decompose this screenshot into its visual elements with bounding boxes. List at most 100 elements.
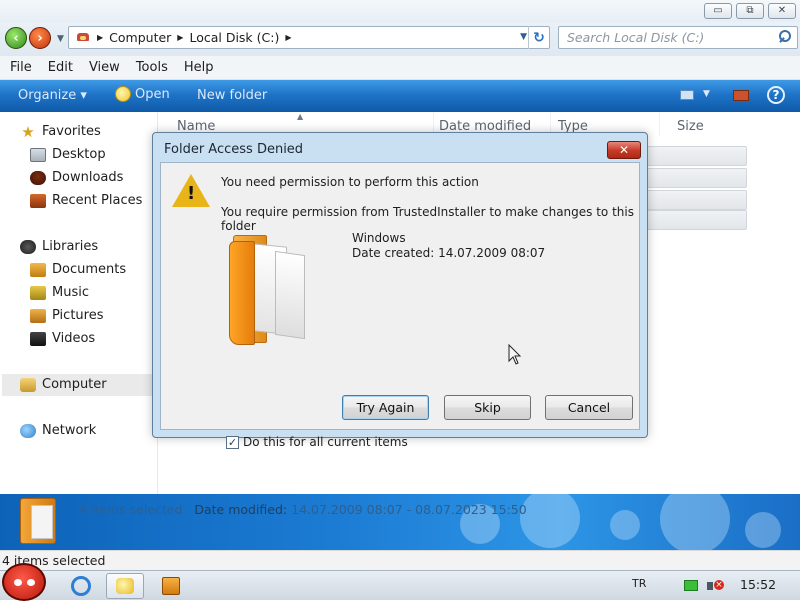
folder-icon [227,235,319,347]
menu-tools[interactable]: Tools [128,56,176,79]
item-name: Windows [352,231,406,245]
selection-thumbnail-icon [20,498,56,544]
nav-videos-label: Videos [52,331,96,346]
menu-view[interactable]: View [81,56,128,79]
nav-videos[interactable]: Videos [30,331,95,346]
open-label: Open [135,86,170,102]
preview-pane-icon[interactable] [733,90,749,101]
mouse-cursor-icon [508,344,522,365]
nav-network[interactable]: Network [20,423,96,438]
star-icon: ★ [21,122,35,141]
close-window-button[interactable]: ✕ [768,3,796,19]
organize-button[interactable]: Organize ▾ [18,88,87,103]
details-date-value: 14.07.2009 08:07 - 08.07.2023 15:50 [291,502,527,517]
nav-music-label: Music [52,285,89,300]
videos-icon [30,331,46,346]
menu-bar: File Edit View Tools Help [0,56,800,80]
downloads-icon [30,170,46,185]
details-date-label: Date modified: [194,502,288,517]
apply-to-all-label[interactable]: Do this for all current items [243,435,408,449]
menu-edit[interactable]: Edit [40,56,81,79]
breadcrumb-chevron-icon[interactable]: ▶ [177,33,183,42]
taskbar: TR 15:52 [0,563,800,601]
navigation-pane: ★ Favorites Desktop Downloads Recent Pla… [0,112,158,494]
dialog-body: ! You need permission to perform this ac… [160,162,640,449]
nav-pictures[interactable]: Pictures [30,308,103,323]
item-date-created: Date created: 14.07.2009 08:07 [352,246,546,260]
nav-computer[interactable]: Computer [20,377,107,392]
nav-downloads-label: Downloads [52,170,124,185]
nav-recent-label: Recent Places [52,193,143,208]
taskbar-windows-explorer[interactable] [106,573,144,599]
start-button[interactable] [2,563,46,601]
apply-to-all-row[interactable]: ✓ Do this for all current items [226,435,408,449]
taskbar-internet-explorer[interactable] [62,573,100,599]
search-placeholder: Search Local Disk (C:) [567,30,705,45]
new-folder-button[interactable]: New folder [197,88,267,103]
cancel-button[interactable]: Cancel [545,395,633,420]
column-header-size[interactable]: Size [659,112,749,136]
nav-documents[interactable]: Documents [30,262,126,277]
computer-icon [20,377,36,392]
back-button[interactable]: ‹ [5,27,27,49]
menu-file[interactable]: File [2,56,40,79]
breadcrumb-computer[interactable]: Computer [109,30,171,45]
nav-libraries[interactable]: Libraries [20,239,98,254]
explorer-icon [116,578,134,594]
folder-access-denied-dialog: Folder Access Denied ✕ ! You need permis… [152,132,648,449]
network-status-icon[interactable] [684,580,698,591]
address-dropdown-icon[interactable]: ▼ [520,32,527,42]
nav-pictures-label: Pictures [52,308,104,323]
open-button[interactable]: Open [115,86,170,102]
address-bar[interactable]: ▶ Computer ▶ Local Disk (C:) ▶ ▼ ↻ [68,26,550,49]
search-icon[interactable] [777,30,791,44]
network-icon [20,423,36,438]
details-summary: 4 items selected Date modified: 14.07.20… [79,502,527,517]
sort-ascending-icon: ▲ [297,112,304,121]
minimize-button[interactable]: ▭ [704,3,732,19]
search-input[interactable]: Search Local Disk (C:) [558,26,798,49]
media-player-icon [162,577,180,595]
nav-computer-label: Computer [42,377,107,392]
desktop-icon [30,147,46,162]
documents-icon [30,262,46,277]
breadcrumb-chevron-icon[interactable]: ▶ [285,33,291,42]
recent-pages-dropdown[interactable]: ▼ [57,34,64,44]
skip-button[interactable]: Skip [444,395,531,420]
view-dropdown-icon[interactable]: ▼ [703,89,710,99]
refresh-icon[interactable]: ↻ [528,26,549,49]
nav-favorites[interactable]: ★ Favorites [20,122,100,141]
try-again-button[interactable]: Try Again [342,395,429,420]
warning-icon: ! [172,174,210,208]
selected-row[interactable] [647,168,747,188]
taskbar-media-player[interactable] [152,573,190,599]
music-icon [30,285,46,300]
nav-documents-label: Documents [52,262,127,277]
selected-row[interactable] [647,146,747,166]
selected-row[interactable] [647,190,747,210]
breadcrumb-chevron-icon[interactable]: ▶ [97,33,103,42]
dialog-message: You need permission to perform this acti… [221,175,479,189]
forward-button[interactable]: › [29,27,51,49]
nav-downloads[interactable]: Downloads [30,170,123,185]
menu-help[interactable]: Help [176,56,222,79]
language-indicator[interactable]: TR [632,577,646,590]
nav-recent-places[interactable]: Recent Places [30,193,142,208]
nav-desktop-label: Desktop [52,147,106,162]
details-count: 4 items selected [79,502,183,517]
dialog-title: Folder Access Denied [164,142,304,157]
apply-to-all-checkbox[interactable]: ✓ [226,435,239,449]
change-view-icon[interactable] [680,90,694,100]
help-icon[interactable]: ? [767,86,785,104]
dialog-close-button[interactable]: ✕ [607,141,641,159]
nav-music[interactable]: Music [30,285,89,300]
command-bar: Organize ▾ Open New folder ▼ ? [0,80,800,112]
window-controls: ▭ ⧉ ✕ [704,3,796,19]
volume-muted-icon[interactable] [707,579,724,593]
maximize-button[interactable]: ⧉ [736,3,764,19]
nav-desktop[interactable]: Desktop [30,147,106,162]
breadcrumb-local-disk[interactable]: Local Disk (C:) [189,30,279,45]
clock[interactable]: 15:52 [740,577,776,592]
address-row: ‹ › ▼ ▶ Computer ▶ Local Disk (C:) ▶ ▼ ↻… [0,22,800,56]
selected-row[interactable] [647,210,747,230]
